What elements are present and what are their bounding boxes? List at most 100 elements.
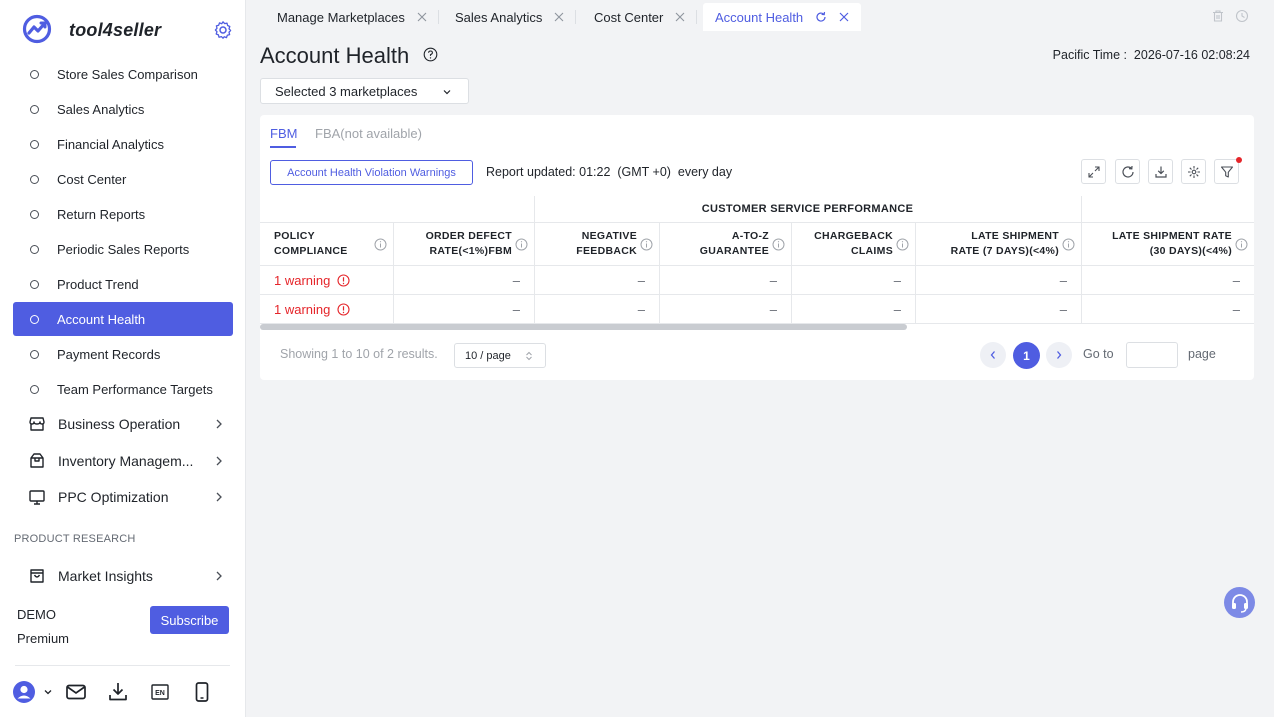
filter-icon [1220, 165, 1233, 178]
column-header-a-to-z-guarantee: A-TO-Z GUARANTEE [659, 223, 791, 266]
info-icon[interactable] [1235, 238, 1248, 251]
sidebar-item-label: Store Sales Comparison [57, 66, 198, 82]
expand-button[interactable] [1081, 159, 1106, 184]
tab-cost-center[interactable]: Cost Center [573, 3, 698, 31]
table-cell: – [915, 266, 1081, 295]
sidebar-item-team-performance-targets[interactable]: Team Performance Targets [13, 372, 233, 406]
reload-icon[interactable] [815, 11, 827, 23]
sidebar-item-label: Return Reports [57, 206, 146, 222]
info-icon[interactable] [374, 238, 387, 251]
close-icon[interactable] [675, 12, 685, 22]
page-number-current[interactable]: 1 [1013, 342, 1040, 369]
sidebar-group-label: Inventory Managem... [58, 453, 194, 469]
sidebar-item-financial-analytics[interactable]: Financial Analytics [13, 127, 233, 161]
table-cell: – [791, 295, 915, 324]
trash-icon[interactable] [1211, 9, 1225, 23]
headset-icon [1231, 593, 1248, 613]
column-header-policy-compliance: POLICY COMPLIANCE [260, 223, 393, 266]
scrollbar-thumb[interactable] [260, 324, 907, 330]
history-icon[interactable] [1235, 9, 1249, 23]
tab-sales-analytics[interactable]: Sales Analytics [434, 3, 577, 31]
warning-icon [337, 273, 350, 287]
sort-arrows-icon [526, 351, 532, 361]
tab-account-health[interactable]: Account Health [703, 3, 862, 31]
header-group-spacer [1081, 196, 1254, 223]
info-icon[interactable] [640, 238, 653, 251]
close-icon[interactable] [839, 12, 849, 22]
mobile-icon[interactable] [190, 680, 214, 704]
sidebar-item-label: Product Trend [57, 276, 139, 292]
marketplace-select-value: Selected 3 marketplaces [275, 83, 418, 99]
sidebar-group-label: Market Insights [58, 568, 153, 584]
columns-settings-button[interactable] [1181, 159, 1206, 184]
filter-button[interactable] [1214, 159, 1239, 184]
sidebar-bottom-toolbar: EN [12, 678, 232, 706]
chevron-left-icon [990, 351, 995, 359]
account-health-card: FBM FBA(not available) Account Health Vi… [260, 115, 1254, 380]
sidebar-item-store-sales-comparison[interactable]: Store Sales Comparison [13, 57, 233, 91]
tab-label: Cost Center [594, 9, 664, 25]
warning-icon [337, 302, 350, 316]
brand-name: tool4seller [69, 20, 162, 40]
table-cell: – [393, 295, 534, 324]
language-en-icon[interactable]: EN [148, 680, 172, 704]
next-page-button[interactable] [1046, 342, 1072, 368]
sidebar-item-payment-records[interactable]: Payment Records [13, 337, 233, 371]
prev-page-button[interactable] [980, 342, 1006, 368]
page-size-select[interactable]: 10 / page [454, 343, 546, 368]
info-icon[interactable] [515, 238, 528, 251]
goto-page-input[interactable] [1126, 342, 1178, 368]
tab-bar: Manage Marketplaces Sales Analytics Cost… [256, 0, 1274, 32]
sidebar-group-business-operation[interactable]: Business Operation [13, 407, 233, 441]
sidebar-group-ppc-optimization[interactable]: PPC Optimization [13, 480, 233, 514]
sidebar-group-label: Business Operation [58, 416, 181, 432]
pacific-time: Pacific Time : 2026-07-16 02:08:24 [1052, 48, 1250, 62]
grid-line [393, 223, 394, 324]
sidebar-item-label: Cost Center [57, 171, 127, 187]
tab-label: Manage Marketplaces [277, 9, 405, 25]
help-icon[interactable] [423, 47, 438, 62]
download-icon[interactable] [106, 680, 130, 704]
close-icon[interactable] [417, 12, 427, 22]
bullet-icon [30, 314, 39, 324]
sidebar-group-market-insights[interactable]: Market Insights [13, 559, 233, 593]
bullet-icon [30, 279, 39, 289]
sidebar-item-account-health[interactable]: Account Health [13, 302, 233, 336]
info-icon[interactable] [896, 238, 909, 251]
expand-icon [1087, 165, 1100, 178]
customer-support-button[interactable] [1224, 587, 1255, 618]
tab-manage-marketplaces[interactable]: Manage Marketplaces [256, 3, 439, 31]
subtab-fbm[interactable]: FBM [270, 126, 297, 141]
close-icon[interactable] [554, 12, 564, 22]
subscribe-button[interactable]: Subscribe [150, 606, 229, 634]
sidebar-item-cost-center[interactable]: Cost Center [13, 162, 233, 196]
info-icon[interactable] [1062, 238, 1075, 251]
sidebar-divider [15, 665, 230, 666]
chevron-down-icon[interactable] [42, 686, 54, 698]
chevron-down-icon [443, 90, 451, 95]
refresh-button[interactable] [1115, 159, 1140, 184]
export-button[interactable] [1148, 159, 1173, 184]
sidebar-item-label: Periodic Sales Reports [57, 241, 190, 257]
subtab-fba: FBA(not available) [315, 126, 422, 141]
sidebar-group-inventory-management[interactable]: Inventory Managem... [13, 444, 233, 478]
sidebar-item-sales-analytics[interactable]: Sales Analytics [13, 92, 233, 126]
mail-icon[interactable] [64, 680, 88, 704]
bullet-icon [30, 209, 39, 219]
sidebar-item-return-reports[interactable]: Return Reports [13, 197, 233, 231]
sidebar-item-product-trend[interactable]: Product Trend [13, 267, 233, 301]
table-cell-policy-warning[interactable]: 1 warning [260, 295, 393, 324]
avatar-icon[interactable] [12, 680, 36, 704]
violation-warnings-button[interactable]: Account Health Violation Warnings [270, 160, 473, 185]
table-cell-policy-warning[interactable]: 1 warning [260, 266, 393, 295]
sidebar-item-periodic-sales-reports[interactable]: Periodic Sales Reports [13, 232, 233, 266]
pagination-summary: Showing 1 to 10 of 2 results. [280, 347, 438, 361]
bullet-icon [30, 69, 39, 79]
marketplace-select[interactable]: Selected 3 marketplaces [260, 78, 469, 104]
horizontal-scrollbar[interactable] [260, 324, 1254, 330]
bullet-icon [30, 244, 39, 254]
chevron-right-icon [216, 456, 222, 466]
info-icon[interactable] [772, 238, 785, 251]
report-updated-text: Report updated: 01:22 (GMT +0) every day [486, 165, 733, 179]
gear-icon[interactable] [213, 20, 233, 40]
